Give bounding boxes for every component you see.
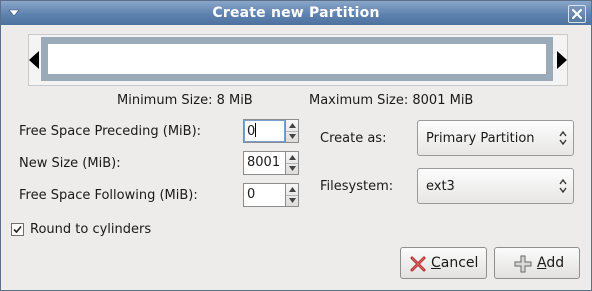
chevron-down-icon [289,134,296,139]
add-button[interactable]: Add [494,247,580,279]
updown-arrows-icon [559,130,567,149]
right-resize-handle-icon[interactable] [556,51,567,73]
partition-fill [48,44,546,74]
round-to-cylinders-label[interactable]: Round to cylinders [30,222,151,237]
decrement-button[interactable] [286,195,298,206]
decrement-button[interactable] [286,131,298,142]
free-space-following-input[interactable]: 0 [243,183,285,207]
create-partition-dialog: Create new Partition Minimum Size: 8 MiB… [0,0,592,291]
left-resize-handle-icon[interactable] [29,51,40,73]
filesystem-value: ext3 [426,179,455,194]
free-space-preceding-spinner[interactable]: 0 [243,119,299,143]
filesystem-label: Filesystem: [320,179,394,194]
create-as-label: Create as: [320,131,387,146]
new-size-input[interactable]: 8001 [243,151,285,175]
filesystem-dropdown[interactable]: ext3 [417,168,574,204]
free-space-following-label: Free Space Following (MiB): [19,188,198,203]
add-label: Add [537,255,565,271]
new-size-spinner[interactable]: 8001 [243,151,299,175]
create-as-value: Primary Partition [426,131,535,146]
minimum-size-label: Minimum Size: 8 MiB [117,93,253,108]
chevron-down-icon [289,198,296,203]
maximum-size-label: Maximum Size: 8001 MiB [309,93,474,108]
cancel-button[interactable]: Cancel [400,247,487,279]
close-icon [572,9,582,19]
chevron-up-icon [289,187,296,192]
decrement-button[interactable] [286,163,298,174]
updown-arrows-icon [559,178,567,197]
round-to-cylinders-checkbox[interactable] [11,223,24,236]
window-title: Create new Partition [212,5,380,21]
title-bar[interactable]: Create new Partition [1,1,591,25]
partition-resizer[interactable] [28,34,568,86]
partition-bar[interactable] [41,37,553,81]
plus-icon [514,255,532,277]
text-cursor [255,123,257,137]
close-button[interactable] [568,5,586,23]
chevron-down-icon [289,166,296,171]
free-space-preceding-input[interactable]: 0 [243,119,285,143]
cancel-x-icon [409,255,427,277]
checkmark-icon [13,225,22,234]
chevron-up-icon [289,155,296,160]
free-space-following-spinner[interactable]: 0 [243,183,299,207]
cancel-label: Cancel [431,255,479,271]
free-space-preceding-label: Free Space Preceding (MiB): [19,124,202,139]
new-size-label: New Size (MiB): [19,156,121,171]
chevron-up-icon [289,123,296,128]
create-as-dropdown[interactable]: Primary Partition [417,120,574,156]
